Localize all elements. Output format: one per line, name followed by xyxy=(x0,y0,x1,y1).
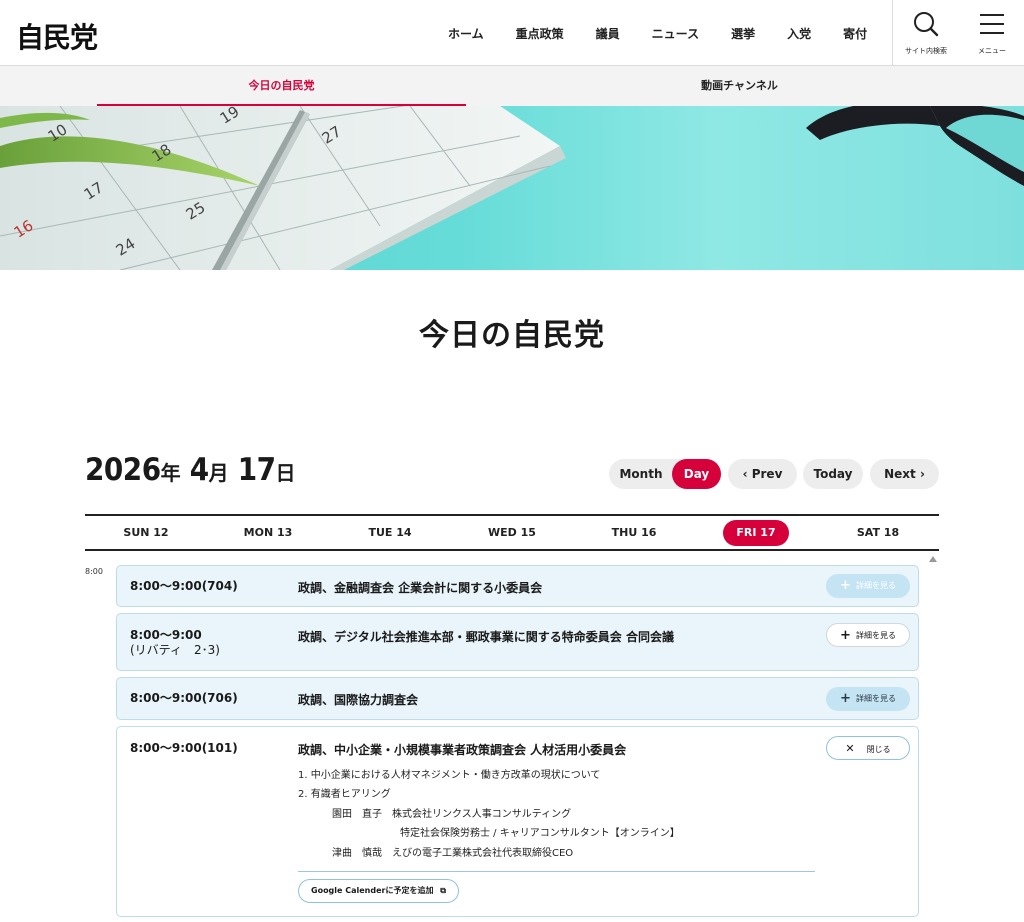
close-label: 閉じる xyxy=(866,745,891,754)
event-title: 政調、中小企業・小規模事業者政策調査会 人材活用小委員会 xyxy=(298,743,627,757)
weekday-label: WED 15 xyxy=(488,526,536,539)
sub-navigation: 今日の自民党 動画チャンネル xyxy=(0,66,1024,106)
hero-calendar-image xyxy=(0,106,1024,270)
header-divider xyxy=(892,0,893,66)
next-button[interactable]: Next › xyxy=(870,459,939,489)
weekday-label: THU 16 xyxy=(611,526,657,539)
chevron-left-icon: ‹ xyxy=(742,467,752,481)
prev-label: Prev xyxy=(751,467,783,481)
prev-button[interactable]: ‹ Prev xyxy=(728,459,797,489)
plus-icon: + xyxy=(840,691,851,706)
date-day: 17 xyxy=(237,452,276,488)
external-link-icon: ⧉ xyxy=(440,886,446,895)
event-details-button[interactable]: + 詳細を見る xyxy=(826,574,910,598)
site-search-button[interactable]: サイト内検索 xyxy=(896,8,956,60)
close-icon: ✕ xyxy=(845,742,855,755)
event-time: 8:00〜9:00(704) xyxy=(130,579,238,593)
page-title: 今日の自民党 xyxy=(419,318,605,353)
nav-news[interactable]: ニュース xyxy=(652,25,699,42)
weekday-fri[interactable]: FRI 17 xyxy=(695,516,817,549)
weekday-label: SAT 18 xyxy=(856,526,900,539)
today-button[interactable]: Today xyxy=(803,459,863,489)
weekday-label: TUE 14 xyxy=(368,526,412,539)
date-day-unit: 日 xyxy=(275,461,296,485)
event-detail-speaker-title: 特定社会保険労務士 / キャリアコンサルタント【オンライン】 xyxy=(400,828,680,839)
event-title: 政調、デジタル社会推進本部・郵政事業に関する特命委員会 合同会議 xyxy=(298,630,674,644)
weekday-label: FRI 17 xyxy=(723,520,789,546)
site-logo[interactable]: 自民党 xyxy=(16,16,98,56)
event-detail-speaker: 園田 直子 株式会社リンクス人事コンサルティング xyxy=(332,809,572,820)
weekday-tue[interactable]: TUE 14 xyxy=(329,516,451,549)
plus-icon: + xyxy=(840,578,851,593)
weekday-label: SUN 12 xyxy=(123,526,169,539)
menu-button[interactable]: メニュー xyxy=(962,8,1022,60)
day-view-button[interactable]: Day xyxy=(672,459,721,489)
event-close-button[interactable]: ✕ 閉じる xyxy=(826,736,910,760)
nav-policy[interactable]: 重点政策 xyxy=(516,25,564,42)
weekday-wed[interactable]: WED 15 xyxy=(451,516,573,549)
next-label: Next xyxy=(884,467,916,481)
nav-join[interactable]: 入党 xyxy=(787,25,811,42)
event-card-expanded[interactable]: 8:00〜9:00(101) 政調、中小企業・小規模事業者政策調査会 人材活用小… xyxy=(116,726,919,917)
search-label: サイト内検索 xyxy=(905,47,947,55)
details-label: 詳細を見る xyxy=(855,694,896,703)
event-details-button[interactable]: + 詳細を見る xyxy=(826,687,910,711)
event-detail-speaker: 津曲 慎哉 えびの電子工業株式会社代表取締役CEO xyxy=(332,848,574,859)
tab-today-ldp[interactable]: 今日の自民党 xyxy=(97,66,466,106)
site-header: 自民党 ホーム 重点政策 議員 ニュース 選挙 入党 寄付 サイト内検索 メニュ… xyxy=(0,0,1024,66)
date-year-unit: 年 xyxy=(160,461,181,485)
plus-icon: + xyxy=(840,628,851,643)
tab-video-channel[interactable]: 動画チャンネル xyxy=(555,66,924,106)
scroll-up-icon[interactable] xyxy=(929,556,937,562)
event-detail-item: 1. 中小企業における人材マネジメント・働き方改革の現状について xyxy=(298,770,601,781)
event-card[interactable]: 8:00〜9:00(706) 政調、国際協力調査会 + 詳細を見る xyxy=(116,677,919,720)
date-year: 2026 xyxy=(85,452,161,488)
main-nav: ホーム 重点政策 議員 ニュース 選挙 入党 寄付 xyxy=(432,0,883,66)
event-detail-item: 2. 有識者ヒアリング xyxy=(298,789,391,800)
gcal-label: Google Calenderに予定を追加 xyxy=(311,886,434,895)
event-title: 政調、金融調査会 企業会計に関する小委員会 xyxy=(298,581,543,595)
weekday-mon[interactable]: MON 13 xyxy=(207,516,329,549)
event-time: 8:00〜9:00(706) xyxy=(130,691,238,705)
week-day-strip: SUN 12 MON 13 TUE 14 WED 15 THU 16 FRI 1… xyxy=(85,514,939,551)
nav-election[interactable]: 選挙 xyxy=(731,25,755,42)
event-time: 8:00〜9:00 xyxy=(130,628,202,642)
menu-label: メニュー xyxy=(978,47,1006,55)
detail-divider xyxy=(298,871,815,872)
time-slot-label: 8:00 xyxy=(85,567,103,576)
hamburger-icon xyxy=(980,14,1004,34)
weekday-sun[interactable]: SUN 12 xyxy=(85,516,207,549)
event-title: 政調、国際協力調査会 xyxy=(298,693,419,707)
weekday-thu[interactable]: THU 16 xyxy=(573,516,695,549)
details-label: 詳細を見る xyxy=(855,631,896,640)
date-month: 4 xyxy=(189,452,209,488)
nav-home[interactable]: ホーム xyxy=(448,25,484,42)
search-icon xyxy=(914,12,939,37)
weekday-label: MON 13 xyxy=(243,526,293,539)
nav-members[interactable]: 議員 xyxy=(596,25,620,42)
chevron-right-icon: › xyxy=(915,467,925,481)
weekday-sat[interactable]: SAT 18 xyxy=(817,516,939,549)
event-time: 8:00〜9:00(101) xyxy=(130,741,238,755)
event-room: (リバティ 2･3) xyxy=(130,643,220,657)
details-label: 詳細を見る xyxy=(855,581,896,590)
current-date-heading: 2026年 4月 17日 xyxy=(85,452,300,488)
event-card[interactable]: 8:00〜9:00 (リバティ 2･3) 政調、デジタル社会推進本部・郵政事業に… xyxy=(116,613,919,671)
date-month-unit: 月 xyxy=(208,461,229,485)
google-calendar-add-button[interactable]: Google Calenderに予定を追加 ⧉ xyxy=(298,879,459,903)
hero-banner: 10 19 18 27 17 16 25 24 xyxy=(0,106,1024,270)
event-details-button[interactable]: + 詳細を見る xyxy=(826,623,910,647)
event-card[interactable]: 8:00〜9:00(704) 政調、金融調査会 企業会計に関する小委員会 + 詳細… xyxy=(116,565,919,607)
nav-donate[interactable]: 寄付 xyxy=(843,25,867,42)
month-view-button[interactable]: Month xyxy=(609,459,673,489)
